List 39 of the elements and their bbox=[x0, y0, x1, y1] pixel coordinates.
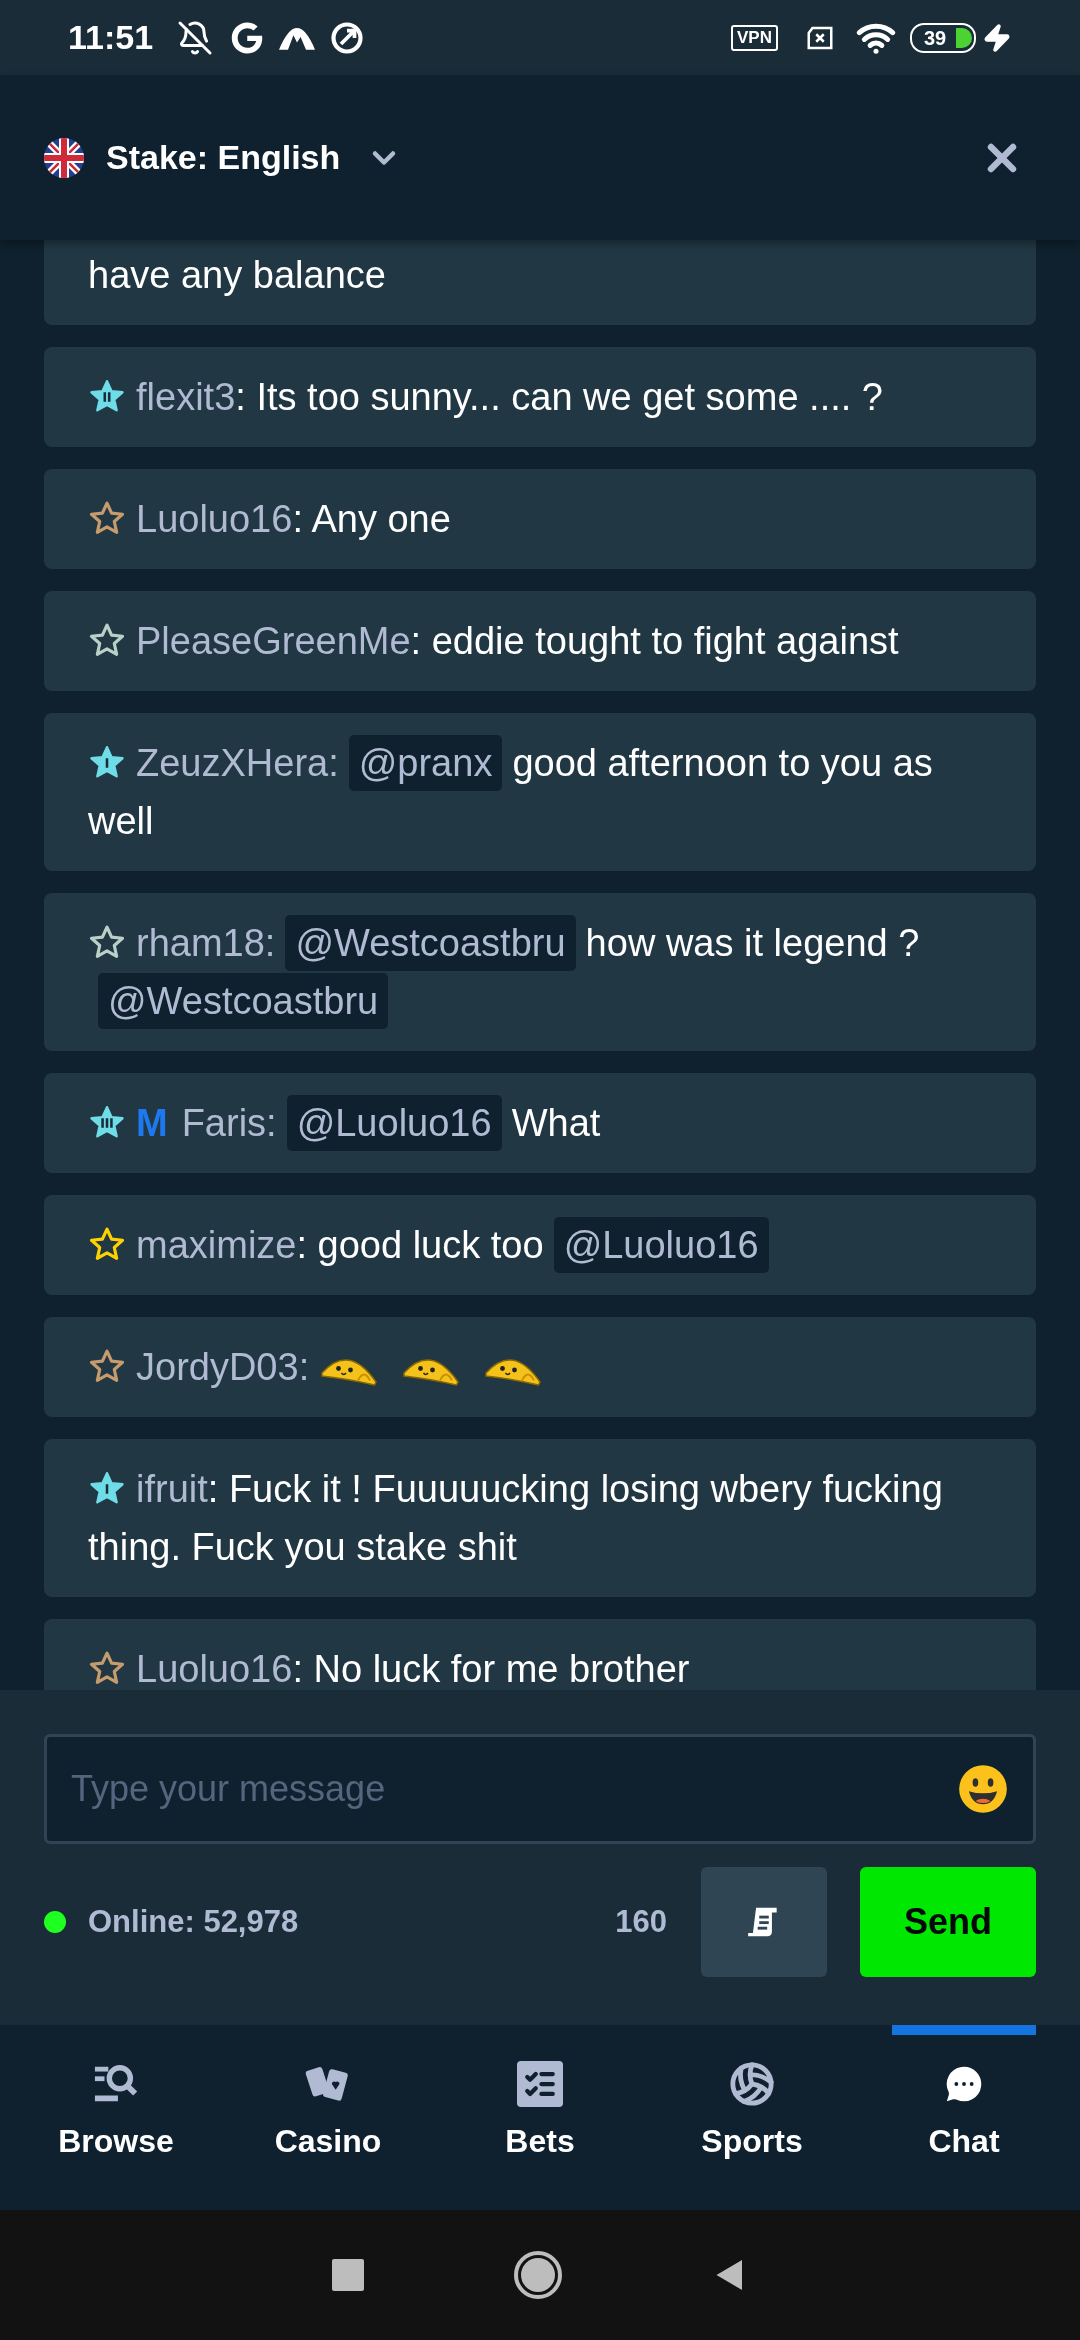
flag-icon bbox=[44, 137, 84, 178]
nav-tab[interactable]: Browse bbox=[44, 2025, 188, 2210]
send-button[interactable]: Send bbox=[860, 1867, 1036, 1977]
message-text: have any balance bbox=[88, 253, 387, 298]
character-count: 160 bbox=[615, 1902, 667, 1941]
message-text: ifruit: Fuck it ! Fuuuuucking losing wbery fucking thing. Fuck you stake shit bbox=[88, 1467, 944, 1570]
message-text: Luoluo16: No luck for me brother bbox=[88, 1640, 992, 1690]
nav-tab[interactable]: Casino bbox=[256, 2025, 400, 2210]
charging-icon bbox=[982, 22, 1012, 53]
message-text: maximize: good luck too @Luoluo16 bbox=[88, 1216, 992, 1274]
message-field[interactable]: Type your message bbox=[44, 1734, 1036, 1844]
message-input[interactable]: Type your message bbox=[71, 1762, 957, 1816]
message-text: PleaseGreenMe: eddie tought to fight against bbox=[88, 612, 992, 670]
mention-tag[interactable]: @Luoluo16 bbox=[553, 1217, 769, 1273]
message-text: rham18: @Westcoastbru how was it legend ? @Westcoastbru bbox=[88, 914, 992, 1030]
vpn-badge: VPN bbox=[731, 24, 778, 51]
bell-off-icon bbox=[177, 19, 214, 56]
battery-indicator: 39 bbox=[910, 22, 976, 53]
checklist-icon bbox=[517, 2061, 563, 2107]
mention-tag[interactable]: @Westcoastbru bbox=[98, 973, 389, 1029]
mention-tag[interactable]: @pranx bbox=[348, 735, 503, 791]
online-count: Online: 52,978 bbox=[88, 1902, 299, 1941]
ball-icon bbox=[729, 2061, 775, 2107]
message-text: flexit3: Its too sunny... can we get some .... ? bbox=[88, 368, 992, 426]
message-text: Luoluo16: Any one bbox=[88, 490, 992, 548]
message-text: ZeuzXHera: @pranx good afternoon to you as well bbox=[88, 734, 992, 850]
smiley-emoji-icon bbox=[957, 1763, 1009, 1815]
mention-tag[interactable]: @Westcoastbru bbox=[285, 915, 576, 971]
clock-time: 11:51 bbox=[68, 17, 154, 58]
mention-tag[interactable]: @Luoluo16 bbox=[286, 1095, 502, 1151]
language-selector[interactable]: Stake: English bbox=[106, 132, 403, 183]
message-text: JordyD03: bbox=[88, 1338, 992, 1396]
rules-button[interactable] bbox=[701, 1867, 827, 1977]
nav-tab[interactable]: Bets bbox=[468, 2025, 612, 2210]
home-button[interactable] bbox=[514, 2251, 562, 2299]
message-text: M Faris: @Luoluo16 What bbox=[88, 1094, 992, 1152]
google-icon bbox=[231, 21, 264, 54]
mountain-icon bbox=[279, 25, 316, 50]
nav-tab[interactable]: Sports bbox=[680, 2025, 824, 2210]
